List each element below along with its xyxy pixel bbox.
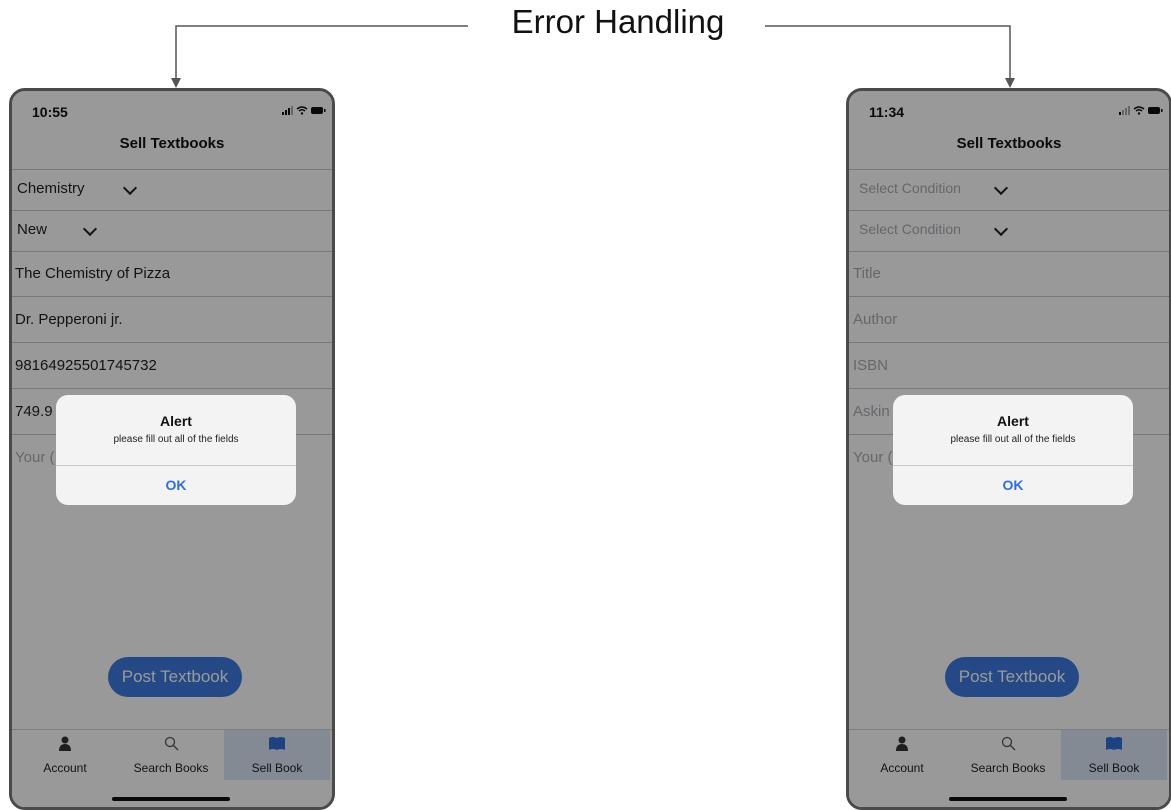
alert-title: Alert — [997, 413, 1029, 429]
alert-title: Alert — [160, 413, 192, 429]
connector-right — [765, 25, 1011, 80]
alert-dialog: Alert please fill out all of the fields … — [56, 395, 296, 505]
alert-ok-button[interactable]: OK — [893, 477, 1133, 493]
alert-divider — [56, 465, 296, 466]
phone-screen-left: 10:55 Sell Textbooks Chemistry New The C… — [9, 88, 335, 810]
alert-divider — [893, 465, 1133, 466]
alert-ok-button[interactable]: OK — [56, 477, 296, 493]
alert-message: please fill out all of the fields — [113, 434, 239, 445]
connector-lines — [171, 25, 1015, 88]
alert-message: please fill out all of the fields — [950, 434, 1076, 445]
arrow-left-icon — [171, 78, 181, 88]
alert-dialog: Alert please fill out all of the fields … — [893, 395, 1133, 505]
connector-left — [175, 25, 468, 80]
phone-screen-right: 11:34 Sell Textbooks Select Condition Se… — [846, 88, 1171, 810]
arrow-right-icon — [1005, 78, 1015, 88]
